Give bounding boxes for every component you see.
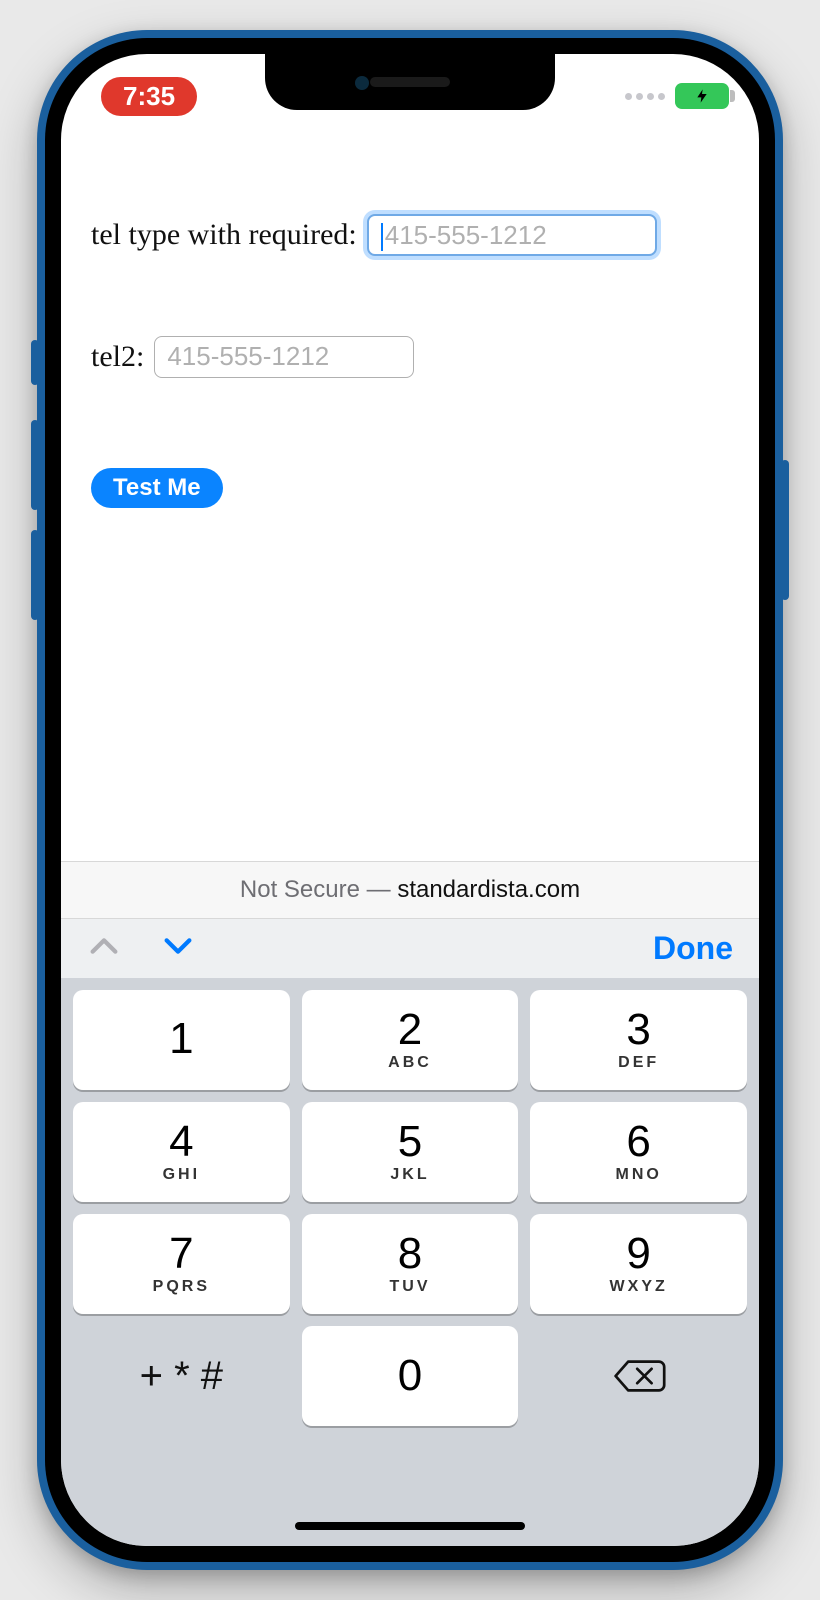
url-host: standardista.com (397, 876, 580, 903)
recording-time-pill[interactable]: 7:35 (101, 77, 197, 116)
home-indicator[interactable] (295, 1522, 525, 1530)
key-7[interactable]: 7PQRS (73, 1214, 290, 1314)
notch (265, 54, 555, 110)
prev-field-button (87, 929, 121, 968)
web-content: tel type with required: 415-555-1212 tel… (61, 124, 759, 861)
numeric-keypad: 1 2ABC 3DEF 4GHI 5JKL 6MNO 7PQRS 8TUV 9W… (61, 978, 759, 1546)
key-0[interactable]: 0 (302, 1326, 519, 1426)
key-4[interactable]: 4GHI (73, 1102, 290, 1202)
tel2-placeholder: 415-555-1212 (167, 341, 329, 371)
test-me-button[interactable]: Test Me (91, 468, 223, 508)
key-1[interactable]: 1 (73, 990, 290, 1090)
key-5[interactable]: 5JKL (302, 1102, 519, 1202)
tel1-label: tel type with required: (91, 218, 357, 252)
tel2-input[interactable]: 415-555-1212 (154, 336, 414, 378)
next-field-button[interactable] (161, 929, 195, 968)
battery-charging-icon (675, 83, 729, 109)
tel1-input[interactable]: 415-555-1212 (367, 214, 657, 256)
tel1-placeholder: 415-555-1212 (385, 220, 547, 250)
key-3[interactable]: 3DEF (530, 990, 747, 1090)
keyboard-done-button[interactable]: Done (653, 930, 733, 967)
key-2[interactable]: 2ABC (302, 990, 519, 1090)
input-accessory-bar: Done (61, 918, 759, 978)
key-9[interactable]: 9WXYZ (530, 1214, 747, 1314)
phone-frame: 7:35 tel type with required: 415-555-121… (37, 30, 783, 1570)
key-8[interactable]: 8TUV (302, 1214, 519, 1314)
backspace-icon (612, 1356, 666, 1396)
url-not-secure: Not Secure — (240, 876, 397, 903)
url-bar[interactable]: Not Secure — standardista.com (61, 861, 759, 918)
key-6[interactable]: 6MNO (530, 1102, 747, 1202)
key-backspace[interactable] (530, 1326, 747, 1426)
key-symbols[interactable]: + * # (73, 1326, 290, 1426)
tel2-label: tel2: (91, 340, 144, 374)
cellular-dots-icon (625, 93, 665, 100)
